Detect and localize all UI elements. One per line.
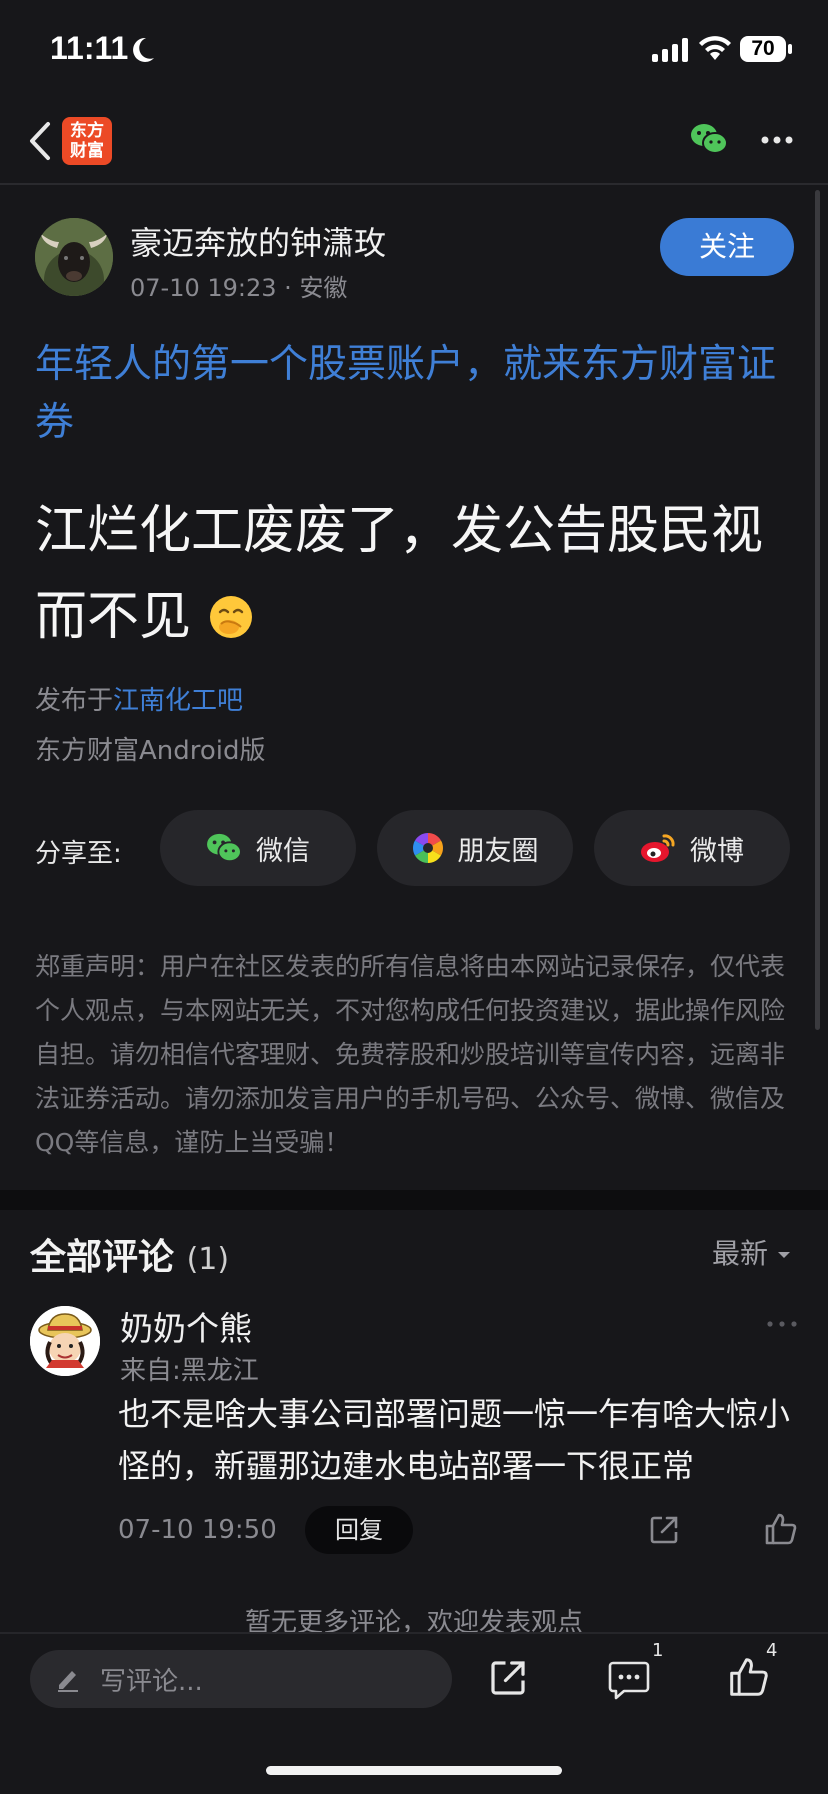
follow-button[interactable]: 关注	[660, 218, 794, 276]
commenter-location: 来自:黑龙江	[120, 1356, 259, 1386]
post-title: 江烂化工废废了，发公告股民视而不见	[35, 488, 805, 660]
post-date: 07-10 19:23	[130, 274, 277, 302]
signal-icon	[652, 38, 688, 62]
share-wechat-label: 微信	[256, 835, 310, 867]
moments-icon	[412, 833, 443, 863]
more-icon[interactable]	[760, 134, 794, 146]
commenter-avatar[interactable]	[30, 1306, 100, 1376]
comment-like-icon[interactable]	[764, 1512, 798, 1546]
comment-text: 也不是啥大事公司部署问题一惊一乍有啥大惊小怪的，新疆那边建水电站部署一下很正常	[118, 1395, 791, 1485]
back-icon[interactable]	[26, 120, 54, 162]
post-title-text: 江烂化工废废了，发公告股民视而不见	[35, 501, 764, 647]
wifi-icon	[699, 36, 731, 60]
share-wechat-button[interactable]: 微信	[160, 810, 356, 886]
sort-dropdown[interactable]: 最新	[712, 1232, 791, 1272]
share-weibo-label: 微博	[690, 835, 744, 867]
wechat-share-icon[interactable]	[690, 122, 728, 156]
section-separator	[0, 1190, 828, 1210]
nav-divider	[0, 183, 828, 185]
comment-icon[interactable]	[608, 1660, 650, 1700]
sort-label: 最新	[712, 1237, 769, 1270]
wechat-icon	[207, 833, 242, 863]
comment-share-icon[interactable]	[648, 1514, 680, 1546]
comment-input[interactable]: 写评论...	[30, 1650, 452, 1708]
comment-input-placeholder: 写评论...	[100, 1666, 203, 1697]
comments-count: (1)	[186, 1242, 230, 1277]
scrollbar[interactable]	[815, 190, 820, 1030]
disclaimer-text: 郑重声明：用户在社区发表的所有信息将由本网站记录保存，仅代表个人观点，与本网站无…	[35, 952, 786, 1157]
meta-separator: ·	[284, 274, 300, 302]
weibo-icon	[641, 834, 675, 862]
eastmoney-logo: 东方财富	[62, 117, 112, 165]
promo-link[interactable]: 年轻人的第一个股票账户，就来东方财富证券	[35, 336, 795, 452]
share-icon[interactable]	[488, 1658, 528, 1698]
comment-count-badge: 1	[652, 1640, 664, 1661]
status-time: 11:11	[50, 30, 129, 66]
post-meta: 07-10 19:23 · 安徽	[130, 268, 347, 303]
author-avatar[interactable]	[35, 218, 113, 296]
home-indicator[interactable]	[266, 1766, 562, 1775]
published-prefix: 发布于	[35, 686, 114, 716]
comment-more-icon[interactable]	[766, 1320, 798, 1328]
share-weibo-button[interactable]: 微博	[594, 810, 790, 886]
like-icon[interactable]	[728, 1656, 770, 1698]
comments-header: 全部评论 (1)	[30, 1228, 229, 1280]
comments-title: 全部评论	[30, 1237, 175, 1278]
share-label: 分享至:	[35, 839, 122, 869]
published-in: 发布于江南化工吧	[35, 680, 243, 717]
battery-indicator: 70	[740, 36, 786, 62]
share-moments-button[interactable]: 朋友圈	[377, 810, 573, 886]
battery-tip	[788, 44, 792, 54]
post-location: 安徽	[299, 274, 348, 302]
commenter-name[interactable]: 奶奶个熊	[120, 1302, 252, 1350]
chevron-down-icon	[777, 1252, 790, 1258]
moon-icon	[133, 37, 154, 62]
share-moments-label: 朋友圈	[457, 835, 539, 867]
thinking-emoji-icon	[208, 587, 254, 647]
client-info: 东方财富Android版	[35, 736, 266, 766]
reply-button[interactable]: 回复	[305, 1506, 413, 1554]
like-count-badge: 4	[766, 1640, 778, 1661]
comment-time: 07-10 19:50	[118, 1515, 277, 1545]
board-link[interactable]: 江南化工吧	[113, 686, 243, 716]
author-name[interactable]: 豪迈奔放的钟潇玫	[130, 218, 386, 264]
pencil-icon	[58, 1671, 78, 1692]
